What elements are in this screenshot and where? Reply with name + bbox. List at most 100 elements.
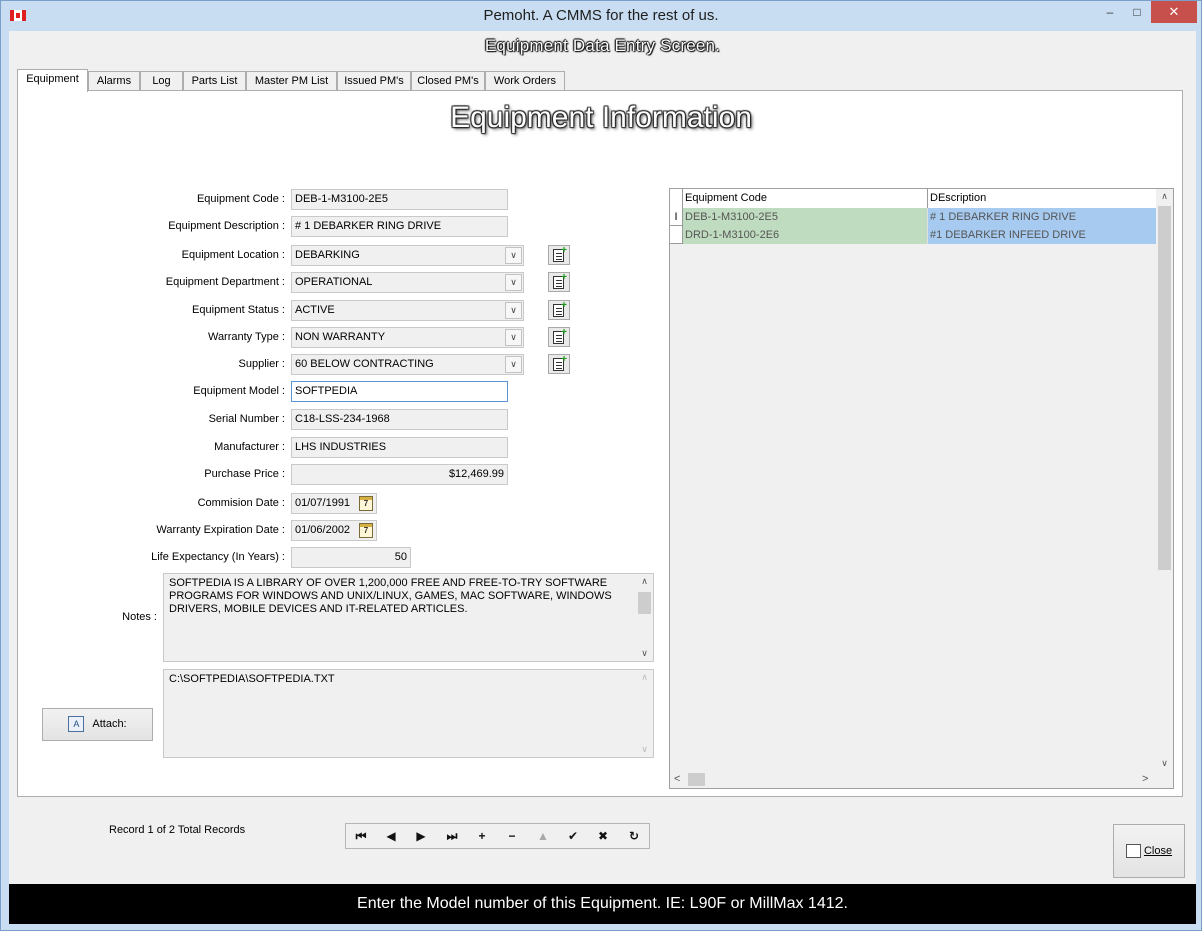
chevron-down-icon[interactable]: ∨	[505, 247, 522, 264]
scroll-up-icon[interactable]: ∧	[636, 670, 653, 685]
commision-date-value: 01/07/1991	[295, 497, 351, 509]
status-bar: Enter the Model number of this Equipment…	[9, 884, 1196, 924]
chevron-down-icon[interactable]: ∨	[505, 356, 522, 373]
notes-textarea[interactable]: SOFTPEDIA IS A LIBRARY OF OVER 1,200,000…	[163, 573, 654, 662]
scroll-right-icon[interactable]: >	[1142, 771, 1148, 788]
equipment-location-select[interactable]: DEBARKING ∨	[291, 245, 524, 266]
grid-header: Equipment Code DEscription	[670, 189, 1157, 208]
close-button[interactable]: Close	[1113, 824, 1185, 878]
tab-alarms[interactable]: Alarms	[88, 71, 140, 91]
panel-title: Equipment Information	[450, 101, 752, 134]
insert-record-button[interactable]: +	[467, 824, 497, 848]
commision-date-input[interactable]: 01/07/1991 7	[291, 493, 377, 514]
first-record-button[interactable]: ⏮	[346, 824, 376, 848]
serial-number-input[interactable]: C18-LSS-234-1968	[291, 409, 508, 430]
attachment-path-field[interactable]: C:\SOFTPEDIA\SOFTPEDIA.TXT ∧ ∨	[163, 669, 654, 758]
calendar-icon[interactable]: 7	[359, 523, 373, 538]
prior-record-button[interactable]: ◀	[376, 824, 406, 848]
scroll-thumb[interactable]	[1158, 206, 1171, 570]
warranty-type-select[interactable]: NON WARRANTY ∨	[291, 327, 524, 348]
tab-issued-pms[interactable]: Issued PM's	[337, 71, 411, 91]
canada-flag-icon[interactable]	[10, 10, 26, 21]
title-bar[interactable]: Pemoht. A CMMS for the rest of us. – □ ✕	[1, 1, 1201, 31]
grid-cell-code[interactable]: DRD-1-M3100-2E6	[683, 226, 928, 244]
supplier-label: Supplier :	[238, 358, 285, 370]
grid-vertical-scrollbar[interactable]: ∧ ∨	[1156, 189, 1173, 771]
delete-record-button[interactable]: −	[497, 824, 527, 848]
attach-button-label: Attach:	[92, 718, 127, 730]
add-status-button[interactable]: +	[548, 300, 570, 320]
refresh-button[interactable]: ↻	[619, 824, 649, 848]
warranty-type-value: NON WARRANTY	[295, 331, 386, 343]
window-title: Pemoht. A CMMS for the rest of us.	[483, 7, 719, 24]
equipment-model-label: Equipment Model :	[193, 385, 285, 397]
attach-button[interactable]: A Attach:	[42, 708, 153, 741]
notes-scrollbar[interactable]: ∧ ∨	[636, 574, 653, 661]
maximize-button[interactable]: □	[1125, 1, 1149, 23]
supplier-select[interactable]: 60 BELOW CONTRACTING ∨	[291, 354, 524, 375]
manufacturer-input[interactable]: LHS INDUSTRIES	[291, 437, 508, 458]
tab-master-pm-list[interactable]: Master PM List	[246, 71, 337, 91]
scroll-up-icon[interactable]: ∧	[636, 574, 653, 589]
equipment-location-value: DEBARKING	[295, 249, 360, 261]
grid-horizontal-scrollbar[interactable]: < >	[670, 771, 1173, 788]
grid-cell-description[interactable]: #1 DEBARKER INFEED DRIVE	[928, 226, 1157, 244]
scroll-up-icon[interactable]: ∧	[1156, 189, 1173, 204]
grid-column-description[interactable]: DEscription	[928, 189, 1157, 208]
tab-log[interactable]: Log	[140, 71, 183, 91]
chevron-down-icon[interactable]: ∨	[505, 274, 522, 291]
grid-row[interactable]: DRD-1-M3100-2E6 #1 DEBARKER INFEED DRIVE	[670, 226, 1157, 244]
equipment-model-input[interactable]: SOFTPEDIA	[291, 381, 508, 402]
supplier-value: 60 BELOW CONTRACTING	[295, 358, 434, 370]
grid-row[interactable]: I DEB-1-M3100-2E5 # 1 DEBARKER RING DRIV…	[670, 208, 1157, 226]
record-status: Record 1 of 2 Total Records	[109, 824, 246, 836]
warranty-expiration-date-input[interactable]: 01/06/2002 7	[291, 520, 377, 541]
equipment-department-select[interactable]: OPERATIONAL ∨	[291, 272, 524, 293]
tab-closed-pms[interactable]: Closed PM's	[411, 71, 485, 91]
tab-equipment[interactable]: Equipment	[17, 69, 88, 92]
next-record-button[interactable]: ▶	[406, 824, 436, 848]
life-expectancy-input[interactable]: 50	[291, 547, 411, 568]
close-window-button[interactable]: ✕	[1151, 1, 1197, 23]
post-record-button[interactable]: ✔	[558, 824, 588, 848]
calendar-icon[interactable]: 7	[359, 496, 373, 511]
row-indicator	[670, 226, 683, 244]
notes-label: Notes :	[122, 611, 157, 623]
cancel-edit-button[interactable]: ✖	[588, 824, 618, 848]
minimize-button[interactable]: –	[1099, 1, 1121, 23]
warranty-expiration-date-label: Warranty Expiration Date :	[156, 524, 285, 536]
warranty-expiration-date-value: 01/06/2002	[295, 524, 351, 536]
scroll-down-icon[interactable]: ∨	[636, 742, 653, 757]
equipment-grid[interactable]: Equipment Code DEscription I DEB-1-M3100…	[669, 188, 1174, 789]
add-location-button[interactable]: +	[548, 245, 570, 265]
scroll-thumb[interactable]	[638, 592, 651, 614]
screen-heading: Equipment Data Entry Screen.	[484, 36, 721, 55]
add-warranty-type-button[interactable]: +	[548, 327, 570, 347]
chevron-down-icon[interactable]: ∨	[505, 302, 522, 319]
equipment-tab-panel: Equipment Information Equipment Code : E…	[17, 90, 1183, 797]
equipment-description-field[interactable]: # 1 DEBARKER RING DRIVE	[291, 216, 508, 237]
chevron-down-icon[interactable]: ∨	[505, 329, 522, 346]
equipment-status-select[interactable]: ACTIVE ∨	[291, 300, 524, 321]
scroll-thumb[interactable]	[688, 773, 705, 786]
equipment-description-label: Equipment Description :	[168, 220, 285, 232]
row-indicator: I	[670, 208, 683, 226]
add-supplier-button[interactable]: +	[548, 354, 570, 374]
purchase-price-input[interactable]: $12,469.99	[291, 464, 508, 485]
add-department-button[interactable]: +	[548, 272, 570, 292]
grid-cell-description[interactable]: # 1 DEBARKER RING DRIVE	[928, 208, 1157, 226]
purchase-price-label: Purchase Price :	[204, 468, 285, 480]
notes-text: SOFTPEDIA IS A LIBRARY OF OVER 1,200,000…	[169, 577, 612, 615]
tab-parts-list[interactable]: Parts List	[183, 71, 246, 91]
status-message: Enter the Model number of this Equipment…	[357, 895, 848, 912]
attachment-scrollbar[interactable]: ∧ ∨	[636, 670, 653, 757]
grid-column-equipment-code[interactable]: Equipment Code	[683, 189, 928, 208]
last-record-button[interactable]: ⏭	[437, 824, 467, 848]
scroll-down-icon[interactable]: ∨	[636, 646, 653, 661]
tab-work-orders[interactable]: Work Orders	[485, 71, 565, 91]
grid-cell-code[interactable]: DEB-1-M3100-2E5	[683, 208, 928, 226]
scroll-down-icon[interactable]: ∨	[1156, 756, 1173, 771]
edit-record-button[interactable]: ▲	[528, 824, 558, 848]
scroll-left-icon[interactable]: <	[674, 771, 680, 788]
equipment-code-field[interactable]: DEB-1-M3100-2E5	[291, 189, 508, 210]
